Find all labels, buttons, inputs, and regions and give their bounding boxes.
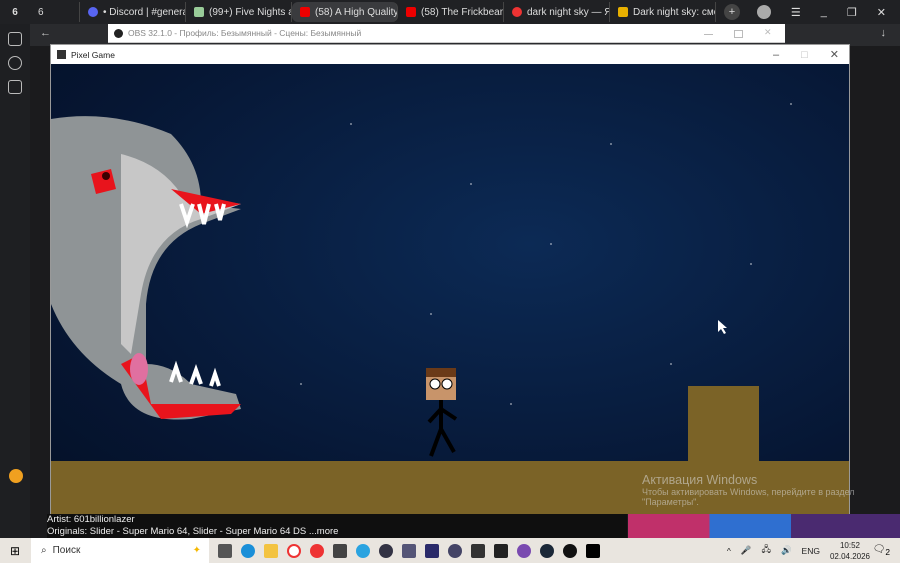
more-link[interactable]: ...more xyxy=(309,526,339,537)
notification-count: 2 xyxy=(885,547,890,557)
tab-workspace[interactable]: 6 xyxy=(30,2,80,22)
player-character xyxy=(426,368,458,457)
taskbar-search[interactable]: ⌕ Поиск ✦ xyxy=(31,538,209,563)
search-icon: ⌕ xyxy=(41,545,47,556)
originals-text: Originals: Slider - Super Mario 64, Slid… xyxy=(47,526,307,537)
obs-icon[interactable] xyxy=(563,543,577,558)
tab-label: dark night sky — Янд xyxy=(527,6,609,18)
video-thumbnails[interactable] xyxy=(628,514,900,538)
copilot-icon: ✦ xyxy=(192,545,201,556)
game-icon xyxy=(57,50,66,59)
tab-fnaf[interactable]: (99+) Five Nights at W xyxy=(186,2,292,22)
obs-minimize-button[interactable] xyxy=(704,30,713,35)
game-title: Pixel Game xyxy=(71,49,115,60)
workspace-badge[interactable]: 6 xyxy=(0,7,30,18)
steam-icon[interactable] xyxy=(540,543,554,558)
close-icon[interactable]: ✕ xyxy=(877,6,886,19)
history-icon[interactable] xyxy=(8,56,22,70)
7zip-icon[interactable] xyxy=(333,543,347,558)
app-icon[interactable] xyxy=(9,469,23,483)
volume-icon[interactable]: 🔊 xyxy=(781,545,792,556)
yandex-browser-icon[interactable] xyxy=(287,543,301,558)
back-icon[interactable]: ← xyxy=(40,27,51,39)
new-tab-button[interactable]: + xyxy=(724,4,740,20)
tab-label: Dark night sky: смотр xyxy=(633,6,715,18)
app-icon[interactable] xyxy=(517,543,531,558)
obs-icon xyxy=(114,28,123,38)
close-button[interactable]: ✕ xyxy=(830,48,839,61)
photoshop-icon[interactable] xyxy=(425,543,439,558)
collections-icon[interactable] xyxy=(8,80,22,94)
browser-tab-bar: 6 6 • Discord | #general | (99+) Five Ni… xyxy=(0,0,900,24)
discord-icon xyxy=(88,7,98,17)
obs-maximize-button[interactable] xyxy=(734,30,743,38)
youtube-icon xyxy=(406,7,416,17)
tab-youtube-active[interactable]: (58) A High Quality✕ xyxy=(292,2,398,22)
explorer-icon[interactable] xyxy=(264,543,278,558)
tab-label: (58) A High Quality xyxy=(315,6,398,18)
search-placeholder: Поиск xyxy=(52,545,81,556)
pixel-game-window: Pixel Game – □ ✕ xyxy=(50,44,850,514)
tab-label: (99+) Five Nights at W xyxy=(209,6,291,18)
dolphin-monster xyxy=(51,116,241,420)
app-icon[interactable] xyxy=(471,543,485,558)
menu-icon[interactable]: ☰ xyxy=(791,6,801,19)
obs-window-titlebar: OBS 32.1.0 - Профиль: Безымянный - Сцены… xyxy=(108,24,785,43)
chevron-up-icon[interactable]: ^ xyxy=(727,546,731,556)
obs-close-button[interactable]: ✕ xyxy=(764,28,773,37)
platform-block xyxy=(688,386,759,462)
edge-icon[interactable] xyxy=(241,543,255,558)
network-icon[interactable]: 🖧 xyxy=(761,544,770,558)
tab-images[interactable]: Dark night sky: смотр xyxy=(610,2,716,22)
screenshot-icon[interactable] xyxy=(8,32,22,46)
avatar[interactable] xyxy=(756,5,771,19)
microphone-icon[interactable]: 🎤 xyxy=(741,545,752,556)
start-icon[interactable]: ⊞ xyxy=(10,544,20,558)
activation-text: Чтобы активировать Windows, перейдите в … xyxy=(642,487,855,497)
obs-title: OBS 32.1.0 - Профиль: Безымянный - Сцены… xyxy=(128,28,362,38)
artist-text: Artist: 601billionlazer xyxy=(47,514,135,525)
browser-sidebar xyxy=(0,24,30,538)
telegram-icon[interactable] xyxy=(356,543,370,558)
system-tray: ^ 🎤 🖧 🔊 ENG 10:52 02.04.2026 xyxy=(727,538,870,563)
tab-yandex[interactable]: dark night sky — Янд xyxy=(504,2,610,22)
game-icon[interactable] xyxy=(586,543,600,558)
tab-label: • Discord | #general | xyxy=(103,6,185,18)
youtube-icon xyxy=(300,7,310,17)
site-icon xyxy=(194,7,204,17)
minimize-button[interactable]: – xyxy=(773,49,779,61)
maximize-button[interactable]: □ xyxy=(801,49,808,61)
date: 02.04.2026 xyxy=(829,551,870,561)
tab-label: 6 xyxy=(38,6,44,18)
activation-text-2: "Параметры". xyxy=(642,497,699,507)
task-view-icon[interactable] xyxy=(218,543,232,558)
app-icon[interactable] xyxy=(402,543,416,558)
tab-label: (58) The Frickbear Fo xyxy=(421,6,504,18)
yandex-icon[interactable] xyxy=(310,543,324,558)
tab-youtube[interactable]: (58) The Frickbear Fo xyxy=(398,2,504,22)
notifications-icon[interactable]: 🗨2 xyxy=(873,544,890,557)
windows-activation-watermark: Активация Windows Чтобы активировать Win… xyxy=(642,473,867,507)
time: 10:52 xyxy=(839,540,860,550)
video-description: Artist: 601billionlazer Originals: Slide… xyxy=(47,514,627,538)
game-titlebar: Pixel Game – □ ✕ xyxy=(51,45,849,64)
app-icon[interactable] xyxy=(379,543,393,558)
tab-discord[interactable]: • Discord | #general | xyxy=(80,2,186,22)
yandex-icon xyxy=(512,7,522,17)
minimize-icon[interactable]: _ xyxy=(821,6,827,18)
taskbar: ⊞ ⌕ Поиск ✦ ^ 🎤 🖧 🔊 ENG 10:52 02.04.2026 🗨2 xyxy=(0,538,900,563)
activation-title: Активация Windows xyxy=(642,473,758,487)
download-icon[interactable]: ↓ xyxy=(881,27,887,39)
image-icon xyxy=(618,7,628,17)
restore-icon[interactable]: ❐ xyxy=(847,6,857,19)
mouse-cursor-icon xyxy=(718,320,727,334)
stars xyxy=(300,103,792,405)
headset-icon[interactable] xyxy=(448,543,462,558)
language-indicator[interactable]: ENG xyxy=(802,546,820,556)
clock[interactable]: 10:52 02.04.2026 xyxy=(830,540,870,562)
app-icon[interactable] xyxy=(494,543,508,558)
game-canvas[interactable] xyxy=(51,64,849,514)
